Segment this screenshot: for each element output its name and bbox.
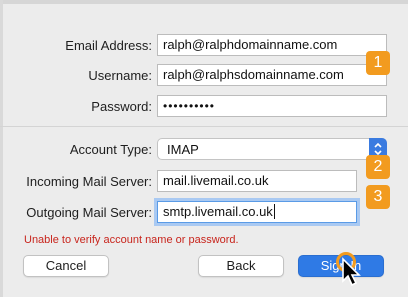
arrow-cursor-icon [341,257,363,290]
incoming-row: Incoming Mail Server: mail.livemail.co.u… [0,170,408,194]
account-type-value: IMAP [167,142,199,157]
text-caret [273,204,275,219]
window-top-edge [0,0,408,4]
password-row: Password: •••••••••• [0,95,408,119]
outgoing-row: Outgoing Mail Server: smtp.livemail.co.u… [0,201,408,225]
account-type-select[interactable]: IMAP [157,138,387,160]
back-button[interactable]: Back [198,255,284,277]
step-badge-2: 2 [366,155,390,179]
outgoing-server-field[interactable]: smtp.livemail.co.uk [157,201,357,223]
email-label: Email Address: [65,38,152,53]
outgoing-label: Outgoing Mail Server: [26,205,152,220]
password-label: Password: [91,99,152,114]
email-row: Email Address: ralph@ralphdomainname.com [0,34,408,58]
incoming-server-field[interactable]: mail.livemail.co.uk [157,170,357,192]
username-row: Username: ralph@ralphsdomainname.com [0,64,408,88]
step-badge-1: 1 [366,51,390,75]
email-field[interactable]: ralph@ralphdomainname.com [157,34,387,56]
outgoing-server-value: smtp.livemail.co.uk [163,204,273,219]
username-label: Username: [88,68,152,83]
step-badge-3: 3 [366,185,390,209]
section-divider [0,126,408,127]
error-message: Unable to verify account name or passwor… [24,234,239,246]
password-field[interactable]: •••••••••• [157,95,387,117]
account-type-label: Account Type: [69,142,152,157]
incoming-label: Incoming Mail Server: [26,174,152,189]
cancel-button[interactable]: Cancel [23,255,109,277]
account-type-row: Account Type: IMAP [0,138,408,162]
username-field[interactable]: ralph@ralphsdomainname.com [157,64,387,86]
